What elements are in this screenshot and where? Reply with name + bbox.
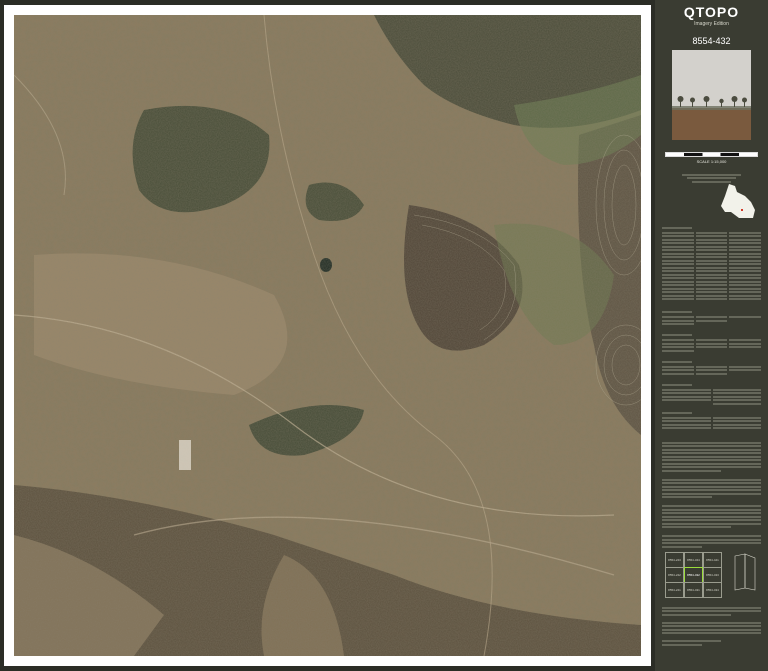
- locality-map: [715, 182, 761, 220]
- sheet-number: 8554-432: [692, 36, 731, 46]
- notes-text: [662, 440, 761, 549]
- scale-label: SCALE 1:15,000: [696, 159, 727, 164]
- imagery-canvas: [14, 15, 641, 656]
- scale-bar: SCALE 1:15,000: [665, 152, 758, 164]
- map-frame: [4, 5, 651, 666]
- index-cell[interactable]: 8554-431: [684, 582, 703, 598]
- index-cell-current[interactable]: 8554-432: [684, 567, 703, 583]
- index-cell[interactable]: 8554-241: [665, 582, 684, 598]
- map-info-panel: QTOPO Imagery Edition 8554-432 SCALE 1:1…: [655, 0, 768, 671]
- index-cell[interactable]: 8554-344: [684, 552, 703, 568]
- index-cell[interactable]: 8554-242: [665, 567, 684, 583]
- index-cell[interactable]: 8554-243: [665, 552, 684, 568]
- queensland-locator-icon: [721, 184, 755, 218]
- product-subtitle: Imagery Edition: [694, 21, 729, 27]
- index-cell[interactable]: 8554-441: [703, 552, 722, 568]
- scale-bar-graphic: [665, 152, 758, 157]
- footer-text: [662, 605, 761, 647]
- index-cell[interactable]: 8554-433: [703, 567, 722, 583]
- fold-diagram-icon: [734, 553, 756, 591]
- product-title: QTOPO: [683, 4, 740, 20]
- index-cell[interactable]: 8554-434: [703, 582, 722, 598]
- satellite-imagery[interactable]: [14, 15, 641, 656]
- brand-block: QTOPO Imagery Edition: [655, 4, 768, 27]
- landscape-photo: [672, 50, 751, 140]
- fold-diagram: [733, 552, 759, 592]
- map-sheet-index: 8554-243 8554-344 8554-441 8554-242 8554…: [665, 552, 723, 598]
- legend: [662, 225, 762, 431]
- cover-photo: [672, 50, 751, 140]
